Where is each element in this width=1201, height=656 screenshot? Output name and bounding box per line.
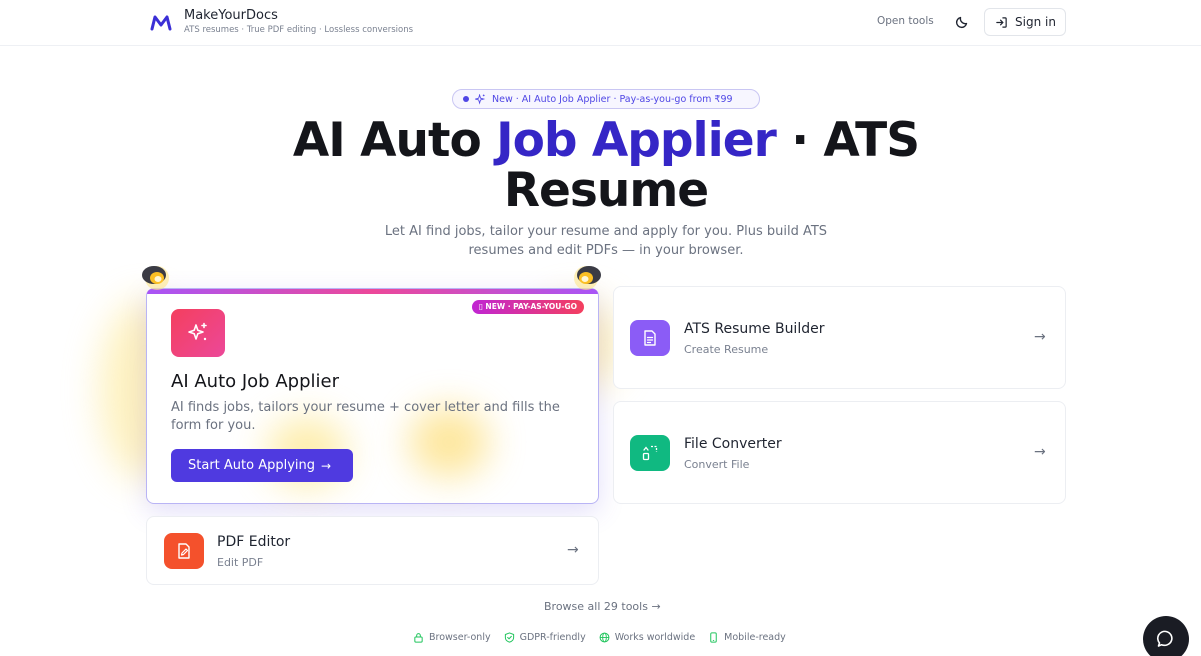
feature-item: GDPR-friendly	[504, 632, 586, 643]
pill-text: New · AI Auto Job Applier · Pay-as-you-g…	[492, 93, 733, 105]
tool-subtitle: Create Resume	[684, 343, 769, 356]
sparkles-icon	[188, 322, 207, 341]
arrow-right-icon: →	[1034, 444, 1046, 460]
tool-title: ATS Resume Builder	[684, 321, 825, 337]
main-card-description: AI finds jobs, tailors your resume + cov…	[171, 400, 560, 433]
sign-in-label: Sign in	[1015, 15, 1056, 29]
top-bar: MakeYourDocs ATS resumes · True PDF edit…	[0, 0, 1201, 46]
tool-icon	[630, 435, 670, 471]
brand[interactable]: MakeYourDocs ATS resumes · True PDF edit…	[150, 8, 413, 36]
logo-icon	[150, 15, 172, 31]
tool-icon	[164, 533, 204, 569]
main-card-title: AI Auto Job Applier	[171, 371, 339, 392]
feature-label: Works worldwide	[614, 632, 696, 643]
moon-icon[interactable]	[955, 13, 971, 29]
sparkle-icon	[475, 93, 486, 105]
feature-label: Mobile-ready	[724, 632, 786, 643]
arrow-right-icon: →	[567, 542, 579, 558]
tool-title: File Converter	[684, 436, 782, 452]
feature-item: Mobile-ready	[708, 632, 786, 643]
feature-item: Works worldwide	[599, 632, 695, 643]
tool-subtitle: Convert File	[684, 458, 750, 471]
file-converter-card[interactable]: File Converter Convert File →	[613, 401, 1066, 504]
tool-icon	[630, 320, 670, 356]
page-title: AI Auto Job Applier · ATS Resume	[250, 116, 962, 216]
arrow-right-icon: →	[1034, 329, 1046, 345]
spotlight-icon	[142, 266, 169, 290]
feature-list: Browser-only GDPR-friendly Works worldwi…	[413, 632, 799, 643]
brand-tagline: ATS resumes · True PDF editing · Lossles…	[184, 25, 414, 35]
feature-label: GDPR-friendly	[519, 632, 586, 643]
pdf-editor-card[interactable]: PDF Editor Edit PDF →	[146, 516, 599, 585]
brand-name: MakeYourDocs	[184, 8, 278, 23]
tool-subtitle: Edit PDF	[217, 556, 264, 569]
sign-in-button[interactable]: Sign in	[984, 8, 1066, 36]
lock-icon	[414, 633, 423, 643]
card-accent-bar	[147, 289, 598, 294]
chat-bubble-icon	[1157, 630, 1173, 647]
document-icon	[644, 330, 656, 346]
shield-check-icon	[504, 632, 514, 643]
ats-resume-builder-card[interactable]: ATS Resume Builder Create Resume →	[613, 286, 1066, 389]
main-card-icon	[171, 309, 225, 357]
convert-icon	[642, 445, 658, 461]
chat-button[interactable]	[1143, 616, 1189, 656]
auto-job-applier-card[interactable]: ▯ NEW · PAY-AS-YOU-GO AI Auto Job Applie…	[146, 288, 599, 504]
browse-all-tools-link[interactable]: Browse all 29 tools →	[544, 600, 661, 613]
tool-title: PDF Editor	[217, 534, 291, 550]
title-part-1: AI Auto	[292, 113, 497, 168]
feature-label: Browser-only	[429, 632, 491, 643]
title-accent: Job Applier	[496, 113, 777, 168]
hero-subtitle: Let AI find jobs, tailor your resume and…	[384, 224, 828, 258]
start-auto-applying-button[interactable]: Start Auto Applying →	[171, 449, 353, 482]
new-badge: ▯ NEW · PAY-AS-YOU-GO	[471, 300, 584, 314]
feature-item: Browser-only	[413, 632, 491, 643]
open-tools-link[interactable]: Open tools	[877, 15, 934, 27]
announcement-pill[interactable]: New · AI Auto Job Applier · Pay-as-you-g…	[452, 89, 760, 109]
start-button-label: Start Auto Applying	[188, 458, 316, 473]
spotlight-icon	[574, 266, 601, 290]
arrow-right-icon: →	[321, 458, 332, 473]
pill-dot	[463, 96, 469, 102]
edit-pdf-icon	[178, 543, 190, 559]
login-icon	[996, 16, 1007, 28]
smartphone-icon	[710, 632, 717, 643]
globe-icon	[599, 632, 610, 643]
